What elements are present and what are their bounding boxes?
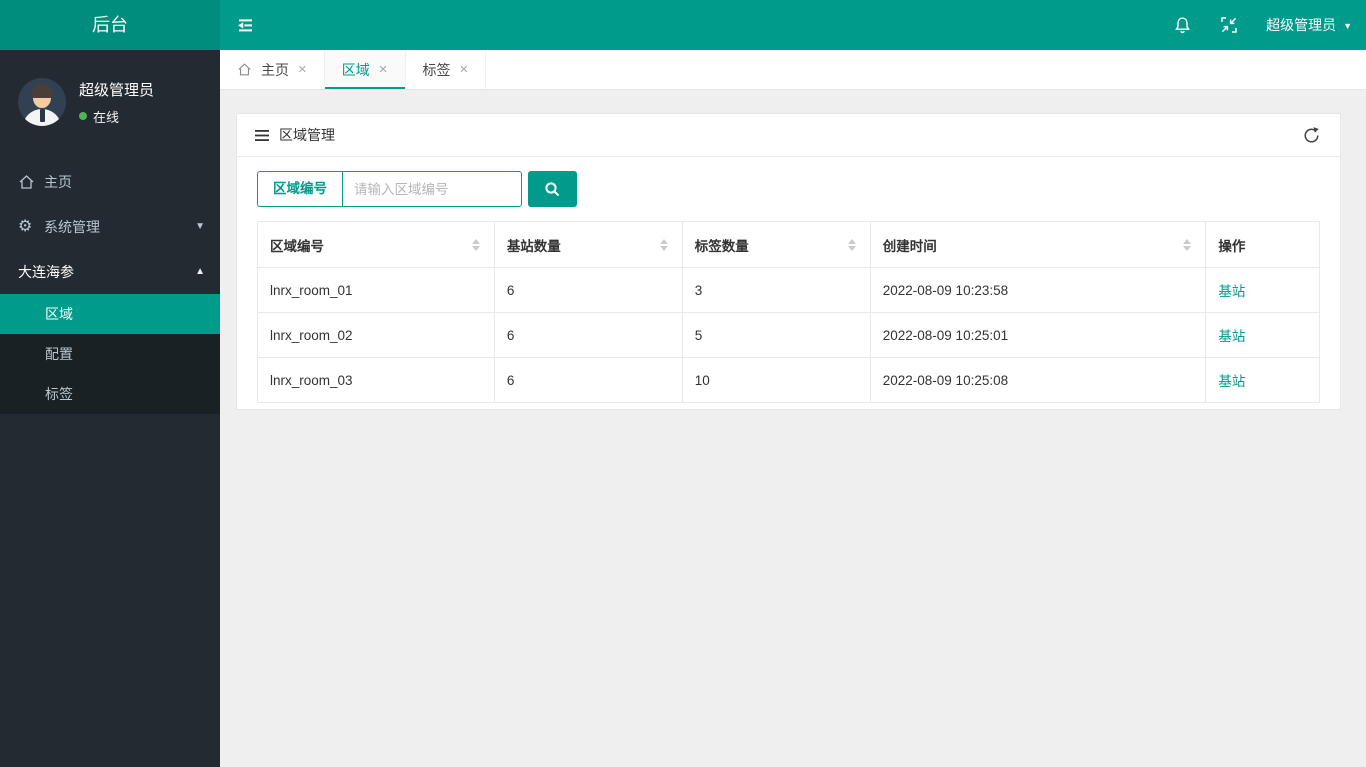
notifications-button[interactable] bbox=[1159, 0, 1206, 50]
search-icon bbox=[545, 181, 560, 196]
tab-home[interactable]: 主页 × bbox=[220, 50, 325, 89]
search-field-label: 区域编号 bbox=[258, 172, 343, 206]
chevron-up-icon: ▲ bbox=[195, 266, 205, 277]
table-row: lnrx_room_02 6 5 2022-08-09 10:25:01 基站 bbox=[257, 312, 1320, 358]
sidebar-item-dalian-haishen[interactable]: 大连海参 ▲ bbox=[0, 249, 220, 294]
navbar: 超级管理员 ▼ bbox=[220, 0, 1366, 50]
cell-region: lnrx_room_03 bbox=[257, 357, 495, 403]
sidebar: 超级管理员 在线 主页 ⚙ 系统管理 ▼ 大连海参 ▲ 区域 配置 标签 bbox=[0, 50, 220, 767]
chevron-down-icon: ▼ bbox=[1343, 20, 1352, 31]
column-header-created: 创建时间 bbox=[869, 221, 1207, 268]
compress-icon bbox=[1221, 17, 1237, 33]
sidebar-subitem-region[interactable]: 区域 bbox=[0, 294, 220, 334]
tab-label: 主页 bbox=[261, 61, 289, 78]
tab-bar: 主页 × 区域 × 标签 × bbox=[220, 50, 1366, 90]
base-station-link[interactable]: 基站 bbox=[1218, 329, 1245, 344]
column-header-tags: 标签数量 bbox=[681, 221, 871, 268]
table-row: lnrx_room_01 6 3 2022-08-09 10:23:58 基站 bbox=[257, 267, 1320, 313]
sort-icon[interactable] bbox=[658, 237, 670, 253]
sort-icon[interactable] bbox=[470, 237, 482, 253]
tab-label: 标签 bbox=[422, 61, 451, 78]
panel-header: 区域管理 bbox=[237, 114, 1340, 157]
cell-stations: 6 bbox=[493, 267, 683, 313]
home-icon bbox=[18, 174, 44, 190]
column-header-action: 操作 bbox=[1205, 221, 1320, 268]
region-table: 区域编号 基站数量 标签数量 创建时间 操作 lnrx_room_01 6 3 … bbox=[257, 221, 1320, 403]
search-group: 区域编号 bbox=[257, 171, 522, 207]
cell-region: lnrx_room_01 bbox=[257, 267, 495, 313]
sidebar-toggle-icon bbox=[238, 18, 252, 31]
cell-created: 2022-08-09 10:23:58 bbox=[869, 267, 1207, 313]
sidebar-menu: 主页 ⚙ 系统管理 ▼ 大连海参 ▲ 区域 配置 标签 bbox=[0, 159, 220, 414]
cell-stations: 6 bbox=[493, 357, 683, 403]
topbar: 后台 超级管理员 ▼ bbox=[0, 0, 1366, 50]
cell-created: 2022-08-09 10:25:08 bbox=[869, 357, 1207, 403]
user-menu-label: 超级管理员 bbox=[1266, 17, 1337, 33]
cell-region: lnrx_room_02 bbox=[257, 312, 495, 358]
home-icon bbox=[238, 63, 251, 76]
sidebar-item-system-management[interactable]: ⚙ 系统管理 ▼ bbox=[0, 204, 220, 249]
sidebar-item-label: 大连海参 bbox=[18, 263, 74, 280]
user-panel: 超级管理员 在线 bbox=[0, 50, 220, 144]
user-menu[interactable]: 超级管理员 ▼ bbox=[1252, 0, 1366, 50]
main-content: 主页 × 区域 × 标签 × 区域管理 区域编号 请输入区域编号 区域编号 基站… bbox=[220, 50, 1366, 767]
list-icon bbox=[255, 129, 269, 141]
online-status-dot bbox=[79, 112, 87, 120]
sidebar-submenu: 区域 配置 标签 bbox=[0, 294, 220, 414]
cell-tags: 5 bbox=[681, 312, 871, 358]
avatar bbox=[18, 78, 66, 126]
column-header-region: 区域编号 bbox=[257, 221, 495, 268]
tab-region[interactable]: 区域 × bbox=[324, 50, 406, 89]
cell-created: 2022-08-09 10:25:01 bbox=[869, 312, 1207, 358]
chevron-down-icon: ▼ bbox=[195, 221, 205, 232]
sidebar-subitem-config[interactable]: 配置 bbox=[0, 334, 220, 374]
user-name: 超级管理员 bbox=[79, 81, 155, 99]
sidebar-item-label: 系统管理 bbox=[44, 218, 100, 235]
search-row: 区域编号 bbox=[257, 171, 1320, 207]
refresh-icon bbox=[1304, 126, 1319, 143]
sidebar-item-label: 主页 bbox=[44, 173, 72, 190]
bell-icon bbox=[1175, 16, 1190, 33]
close-icon[interactable]: × bbox=[298, 62, 307, 77]
gear-icon: ⚙ bbox=[18, 217, 33, 235]
column-header-stations: 基站数量 bbox=[493, 221, 683, 268]
sort-icon[interactable] bbox=[846, 237, 858, 253]
cell-tags: 3 bbox=[681, 267, 871, 313]
sidebar-subitem-tag[interactable]: 标签 bbox=[0, 374, 220, 414]
close-icon[interactable]: × bbox=[379, 62, 388, 77]
cell-tags: 10 bbox=[681, 357, 871, 403]
app-logo[interactable]: 后台 bbox=[0, 0, 220, 50]
base-station-link[interactable]: 基站 bbox=[1218, 284, 1245, 299]
tab-label: 区域 bbox=[341, 61, 370, 78]
panel-title: 区域管理 bbox=[279, 127, 335, 143]
search-button[interactable] bbox=[528, 171, 577, 207]
sort-icon[interactable] bbox=[1181, 237, 1193, 253]
tab-tag[interactable]: 标签 × bbox=[406, 50, 487, 89]
base-station-link[interactable]: 基站 bbox=[1218, 374, 1245, 389]
sidebar-toggle-button[interactable] bbox=[220, 0, 271, 50]
fullscreen-toggle-button[interactable] bbox=[1206, 0, 1252, 50]
online-status-label: 在线 bbox=[93, 109, 120, 125]
sidebar-item-home[interactable]: 主页 bbox=[0, 159, 220, 204]
cell-stations: 6 bbox=[493, 312, 683, 358]
refresh-button[interactable] bbox=[1297, 121, 1325, 149]
table-row: lnrx_room_03 6 10 2022-08-09 10:25:08 基站 bbox=[257, 357, 1320, 403]
panel-body: 区域编号 请输入区域编号 区域编号 基站数量 标签数量 创建时间 操作 lnrx… bbox=[237, 157, 1340, 409]
search-input[interactable] bbox=[343, 172, 521, 206]
close-icon[interactable]: × bbox=[460, 62, 469, 77]
region-management-panel: 区域管理 区域编号 请输入区域编号 区域编号 基站数量 标签数量 创建时间 操作… bbox=[236, 113, 1341, 410]
table-header-row: 区域编号 基站数量 标签数量 创建时间 操作 bbox=[257, 221, 1320, 268]
